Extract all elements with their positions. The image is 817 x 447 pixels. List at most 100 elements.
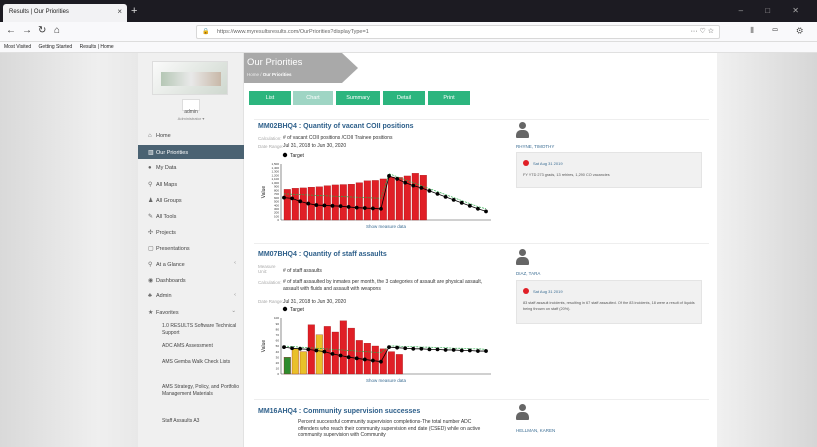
- owner-name[interactable]: HELLMAN, KAREN: [516, 428, 555, 433]
- bar: [331, 184, 339, 221]
- nav-all-groups[interactable]: ♟ All Groups: [138, 193, 244, 207]
- nav-all-tools[interactable]: ✎ All Tools: [138, 209, 244, 223]
- show-measure-data-link[interactable]: Show measure data: [366, 224, 407, 229]
- nav-at-a-glance[interactable]: ⚲ At a Glance ‹: [138, 257, 244, 271]
- y-tick-label: 30: [276, 355, 280, 359]
- favorite-link[interactable]: 1.0 RESULTS Software Technical Support: [162, 323, 240, 337]
- chevron-left-icon: ‹: [234, 260, 236, 266]
- y-tick-label: 100: [274, 316, 279, 320]
- back-icon[interactable]: ←: [6, 25, 16, 36]
- y-axis-label: Value: [261, 340, 267, 353]
- measure-title[interactable]: MM02BHQ4 : Quantity of vacant COII posit…: [258, 123, 414, 130]
- nav-presentations[interactable]: ▢ Presentations: [138, 241, 244, 255]
- data-point: [459, 200, 464, 205]
- chart-icon: ▥: [148, 150, 154, 156]
- y-tick-label: 90: [276, 322, 280, 326]
- bar: [323, 185, 331, 221]
- url-actions-icon[interactable]: ··· ♡ ☆: [691, 27, 714, 35]
- nav-admin[interactable]: ♣ Admin ‹: [138, 289, 244, 303]
- url-bar[interactable]: 🔒 https://www.myresultsresults.com/OurPr…: [196, 25, 720, 39]
- y-tick-label: 0: [277, 218, 279, 222]
- data-point: [395, 345, 400, 350]
- bar: [283, 357, 291, 375]
- data-point: [435, 347, 440, 352]
- bar: [363, 180, 371, 221]
- data-point: [298, 346, 303, 351]
- nav-my-data[interactable]: ● My Data: [138, 161, 244, 175]
- tab-summary[interactable]: Summary: [336, 91, 380, 105]
- bar: [419, 175, 427, 221]
- tab-chart[interactable]: Chart: [293, 91, 333, 105]
- data-point: [476, 349, 480, 353]
- data-point: [330, 351, 335, 356]
- favorite-link[interactable]: AMS Strategy, Policy, and Portfolio Mana…: [162, 384, 240, 398]
- bookmark-getting-started[interactable]: Getting Started: [39, 44, 73, 50]
- status-red-icon: [523, 160, 529, 166]
- measure-card: MM02BHQ4 : Quantity of vacant COII posit…: [254, 119, 709, 239]
- bookmark-most-visited[interactable]: Most Visited: [4, 44, 31, 50]
- owner-name[interactable]: RHYNE, TIMOTHY: [516, 144, 554, 149]
- nav-favorites[interactable]: ★ Favorites ⌄: [138, 305, 244, 319]
- data-point: [346, 205, 351, 209]
- nav-all-maps[interactable]: ⚲ All Maps: [138, 177, 244, 191]
- new-tab-icon[interactable]: +: [131, 5, 137, 17]
- home-browser-icon[interactable]: ⌂: [54, 25, 60, 36]
- comment-box: Sat Aug 31 2019 FY YTD 273 grads, 13 reh…: [516, 152, 702, 188]
- favorite-link[interactable]: AMS Gemba Walk Check Lists: [162, 359, 240, 366]
- data-point: [346, 355, 351, 360]
- search-icon: ⚲: [148, 262, 153, 268]
- reload-icon[interactable]: ↻: [38, 25, 46, 36]
- map-icon: ⚲: [148, 182, 153, 188]
- user-icon: ●: [148, 165, 152, 171]
- bar: [347, 184, 355, 221]
- nav-our-priorities[interactable]: ▥ Our Priorities: [138, 145, 244, 159]
- data-point: [322, 203, 327, 208]
- comment-box: Sat Aug 31 2019 83 staff assault inciden…: [516, 280, 702, 324]
- data-point: [403, 180, 408, 185]
- favorite-link[interactable]: Staff Assaults A3: [162, 418, 240, 425]
- bar: [355, 182, 363, 221]
- chevron-left-icon: ‹: [234, 292, 236, 298]
- bar: [315, 334, 323, 375]
- browser-tab[interactable]: Results | Our Priorities ×: [3, 4, 127, 22]
- favorite-link[interactable]: ADC AMS Assessment: [162, 343, 240, 350]
- owner-avatar-icon: [516, 404, 529, 420]
- data-point: [419, 185, 424, 190]
- measure-title[interactable]: MM16AHQ4 : Community supervision success…: [258, 408, 420, 415]
- forward-icon[interactable]: →: [22, 25, 32, 36]
- window-controls[interactable]: – □ ✕: [739, 6, 809, 15]
- puzzle-icon: ✣: [148, 230, 154, 236]
- owner-avatar-icon: [516, 249, 529, 265]
- measure-chart[interactable]: Target Value 100 9080 70 6050 4030 20 100 Show me…: [259, 304, 509, 392]
- data-point: [395, 177, 400, 181]
- legend-target-marker: [282, 306, 288, 312]
- data-point: [370, 358, 375, 363]
- user-role[interactable]: Administrator ▾: [138, 116, 244, 121]
- owner-avatar-icon: [516, 122, 529, 138]
- date-label: Date Range:: [258, 144, 284, 149]
- owner-name[interactable]: DIAZ, TARA: [516, 271, 540, 276]
- breadcrumb-home[interactable]: Home: [247, 72, 259, 77]
- measure-title[interactable]: MM07BHQ4 : Quantity of staff assaults: [258, 251, 387, 258]
- calc-value: # of staff assaulted by inmates per mont…: [283, 279, 483, 292]
- nav-home[interactable]: ⌂ Home: [138, 129, 244, 143]
- show-measure-data-link[interactable]: Show measure data: [366, 378, 407, 383]
- calc-value: Percent successful community supervision…: [298, 419, 481, 438]
- tab-list[interactable]: List: [249, 91, 291, 105]
- slides-icon: ▢: [148, 246, 154, 252]
- comment-date: Sat Aug 31 2019: [533, 289, 563, 294]
- nav-projects[interactable]: ✣ Projects: [138, 225, 244, 239]
- close-tab-icon[interactable]: ×: [117, 7, 122, 16]
- measure-chart[interactable]: TargetValue1,5001,4001,3001,2001,1001,00…: [259, 150, 509, 238]
- tab-detail[interactable]: Detail: [383, 91, 425, 105]
- bookmark-results-home[interactable]: Results | Home: [80, 44, 114, 50]
- y-tick-label: 60: [276, 339, 280, 343]
- tab-print[interactable]: Print: [428, 91, 470, 105]
- main-content: Our Priorities Home / Our Priorities Lis…: [244, 53, 717, 447]
- browser-tools[interactable]: ⫴ ▭ ⚙: [750, 26, 811, 36]
- dashboard-icon: ◉: [148, 278, 154, 284]
- logo: [152, 61, 228, 95]
- data-point: [387, 345, 391, 350]
- legend-target-label: Target: [290, 153, 305, 159]
- nav-dashboards[interactable]: ◉ Dashboards: [138, 273, 244, 287]
